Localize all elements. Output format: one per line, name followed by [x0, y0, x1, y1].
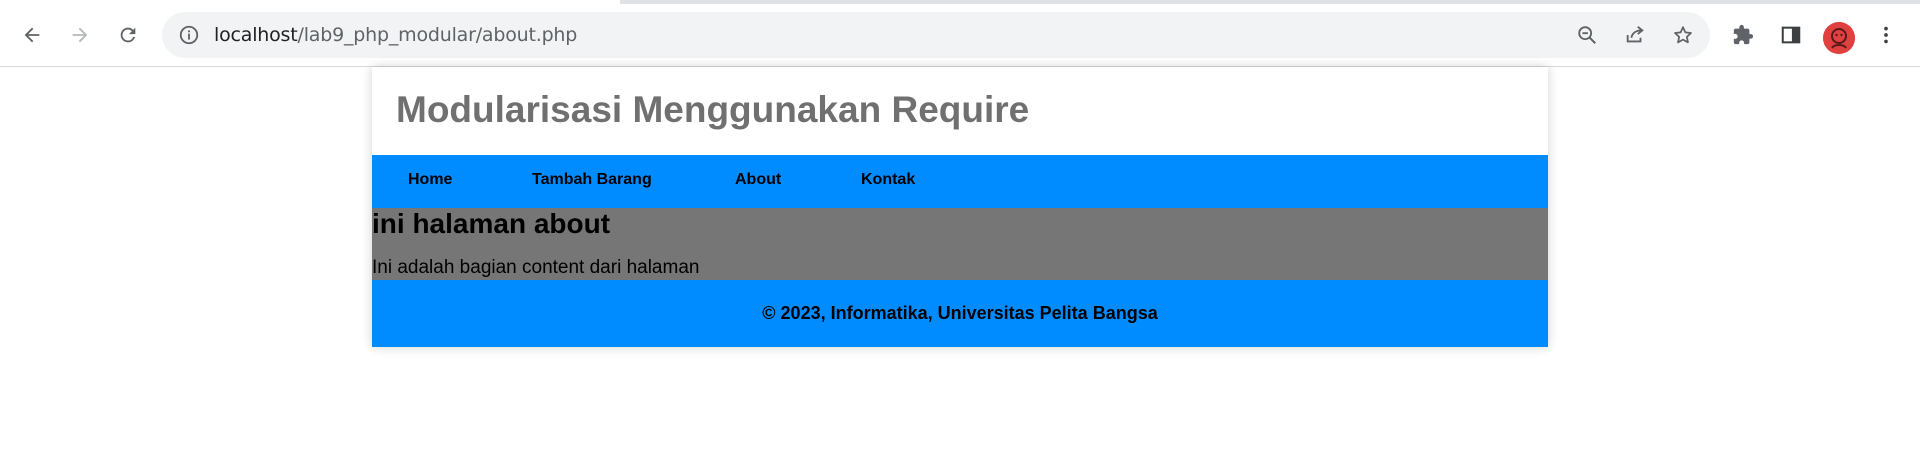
extensions-button[interactable]: [1731, 23, 1755, 47]
puzzle-icon: [1733, 24, 1754, 45]
nav-link-about[interactable]: About: [735, 171, 781, 189]
share-icon: [1626, 26, 1644, 43]
zoom-out-icon: [1578, 26, 1596, 44]
forward-arrow-icon: [72, 27, 88, 43]
site-footer: © 2023, Informatika, Universitas Pelita …: [372, 280, 1548, 347]
site-title: Modularisasi Menggunakan Require: [396, 89, 1030, 130]
nav-link-home[interactable]: Home: [408, 171, 452, 189]
url-path: /lab9_php_modular/about.php: [297, 24, 578, 46]
content-heading: ini halaman about: [372, 208, 611, 239]
profile-picture-icon: [1823, 22, 1855, 54]
kebab-menu-icon: [1884, 26, 1888, 44]
nav-link-tambah-barang[interactable]: Tambah Barang: [532, 171, 652, 189]
browser-toolbar: localhost/lab9_php_modular/about.php: [0, 4, 1920, 67]
side-panel-icon: [1781, 26, 1801, 44]
bookmark-button[interactable]: [1671, 23, 1695, 47]
zoom-button[interactable]: [1575, 23, 1599, 47]
address-bar[interactable]: localhost/lab9_php_modular/about.php: [162, 12, 1710, 58]
forward-button[interactable]: [63, 18, 97, 52]
footer-text: © 2023, Informatika, Universitas Pelita …: [762, 303, 1158, 323]
share-button[interactable]: [1623, 23, 1647, 47]
menu-button[interactable]: [1874, 23, 1898, 47]
back-arrow-icon: [24, 27, 40, 43]
reload-button[interactable]: [111, 18, 145, 52]
content-section: ini halaman about Ini adalah bagian cont…: [372, 208, 1548, 280]
site-header: Modularisasi Menggunakan Require: [372, 67, 1548, 155]
back-button[interactable]: [15, 18, 49, 52]
star-icon: [1674, 26, 1692, 44]
info-icon[interactable]: [178, 24, 200, 46]
site-nav: Home Tambah Barang About Kontak: [372, 155, 1548, 208]
reload-icon: [120, 27, 136, 43]
content-text: Ini adalah bagian content dari halaman: [372, 257, 700, 278]
page-container: Modularisasi Menggunakan Require Home Ta…: [372, 67, 1548, 347]
avatar[interactable]: [1823, 22, 1855, 54]
nav-link-kontak[interactable]: Kontak: [861, 171, 915, 189]
url-text[interactable]: localhost/lab9_php_modular/about.php: [214, 23, 577, 47]
side-panel-button[interactable]: [1779, 23, 1803, 47]
url-host: localhost: [214, 24, 298, 46]
